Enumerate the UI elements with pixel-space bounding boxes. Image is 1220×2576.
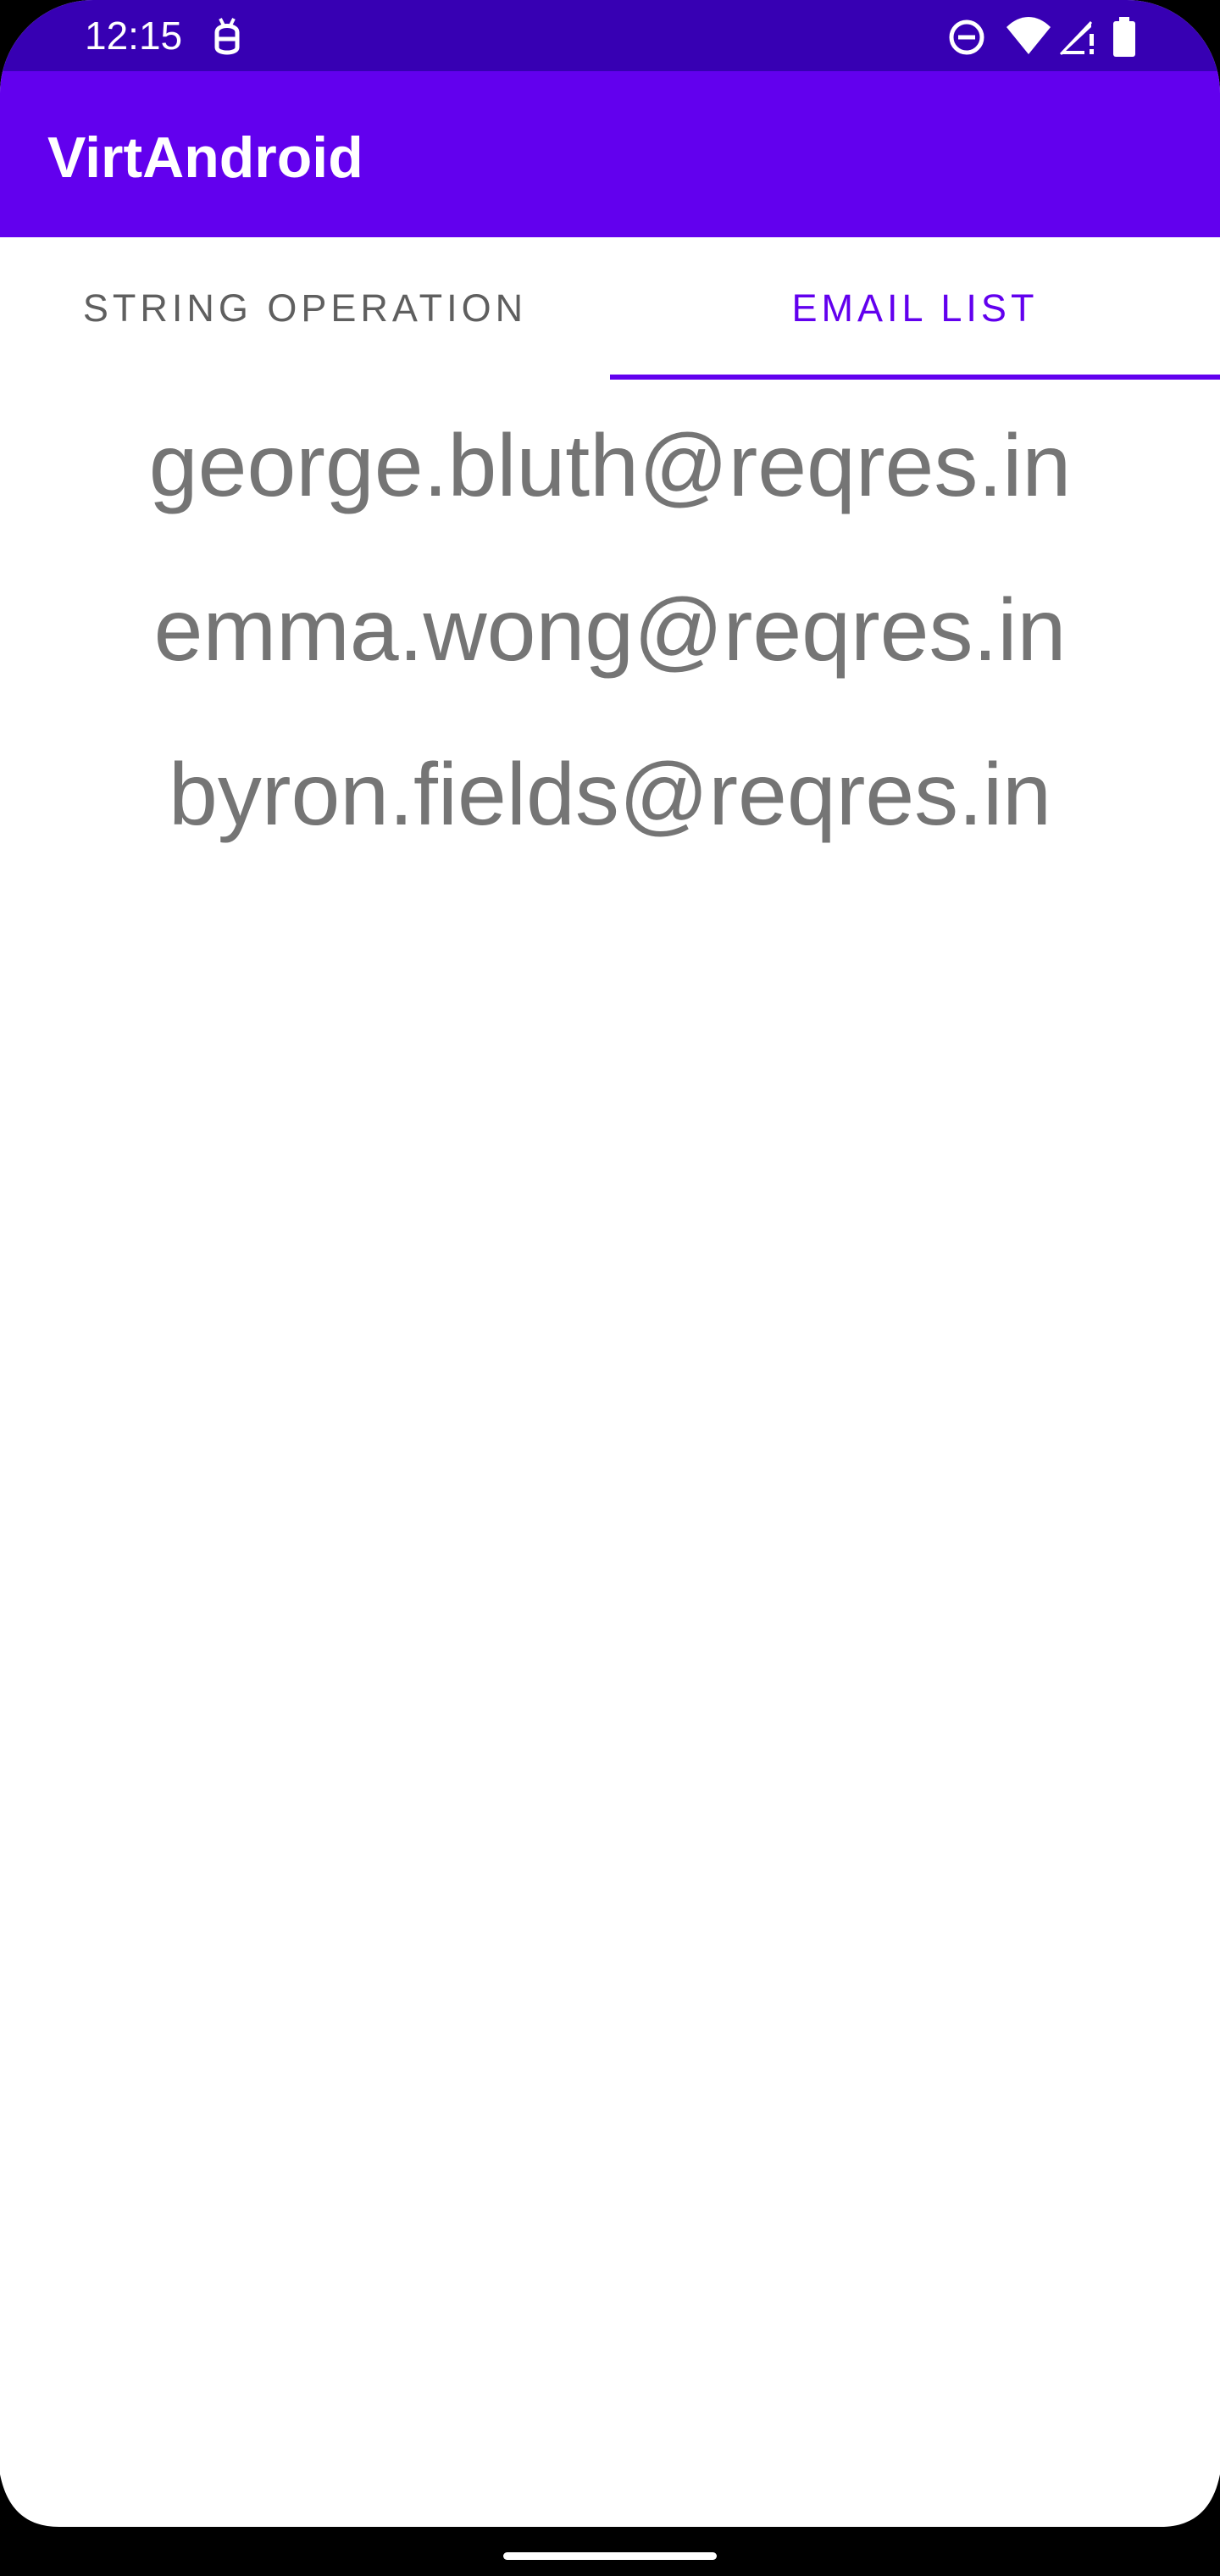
battery-icon (1113, 17, 1135, 57)
tab-label: EMAIL LIST (791, 286, 1039, 330)
wifi-icon (1006, 17, 1051, 54)
debug-icon (214, 18, 240, 55)
navigation-bar (0, 2527, 1220, 2576)
home-gesture-handle[interactable] (503, 2552, 717, 2560)
list-item: byron.fields@reqres.in (168, 745, 1052, 844)
app-title: VirtAndroid (47, 125, 363, 190)
status-bar: 12:15 (0, 0, 1220, 71)
list-item: emma.wong@reqres.in (153, 580, 1067, 680)
app-bar: VirtAndroid (0, 71, 1220, 237)
screen-corner-left (0, 2474, 59, 2534)
do-not-disturb-icon (949, 19, 984, 55)
screen-corner-right (1161, 2474, 1220, 2534)
tab-bar: STRING OPERATION EMAIL LIST (0, 237, 1220, 380)
tab-email-list[interactable]: EMAIL LIST (610, 237, 1220, 380)
tab-selected-indicator (610, 375, 1220, 380)
app-screen: 12:15 VirtAndroid STRING OPERATION EMAIL… (0, 0, 1220, 2576)
tab-string-operation[interactable]: STRING OPERATION (0, 237, 610, 380)
tab-label: STRING OPERATION (82, 286, 528, 330)
status-time: 12:15 (85, 14, 183, 58)
signal-icon (1059, 20, 1094, 56)
list-item: george.bluth@reqres.in (148, 416, 1072, 515)
